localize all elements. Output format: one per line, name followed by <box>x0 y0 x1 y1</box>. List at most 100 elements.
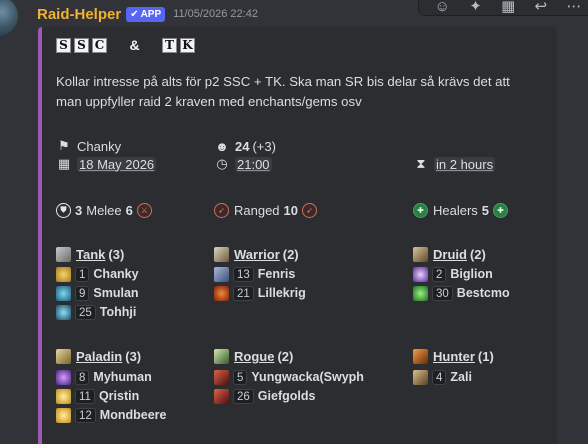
sword-icon: ⚔ <box>136 202 152 218</box>
bow-icon: ➶ <box>214 202 229 218</box>
paladin-class-icon <box>56 349 71 364</box>
signup-number: 5 <box>233 369 248 385</box>
combat-spec-icon <box>214 388 229 404</box>
class-count: (3) <box>108 247 125 262</box>
heal-cross-icon: ✚ <box>493 202 509 218</box>
hourglass-icon: ⧗ <box>416 156 426 171</box>
ranged-label: Ranged <box>234 202 280 218</box>
signup-row: 2 Biglion <box>413 265 493 283</box>
signup-row: 12 Mondbeere <box>56 406 166 424</box>
app-badge-label: APP <box>140 8 162 20</box>
class-header-warrior: Warrior (2) <box>214 247 299 262</box>
paladin-spec-icon <box>56 266 71 282</box>
author-name[interactable]: Raid-Helper <box>37 6 121 23</box>
melee-label: Melee <box>86 202 122 218</box>
signup-number: 12 <box>75 407 96 423</box>
ranged-role: ➶ Ranged 10 ➶ <box>214 201 318 219</box>
druid-bear-spec-icon <box>56 285 71 301</box>
ranged-count: 10 <box>283 202 299 218</box>
verified-check-icon: ✔ <box>130 8 139 20</box>
player-name: Smulan <box>93 286 139 300</box>
player-name: Yungwacka(Swyph <box>251 370 364 384</box>
melee-count-secondary: 6 <box>125 202 133 218</box>
more-icon[interactable]: ⋯ <box>566 0 581 14</box>
class-name: Druid <box>433 247 467 262</box>
restoration-spec-icon <box>413 285 428 301</box>
player-name: Biglion <box>450 267 493 281</box>
signup-row: 30 Bestcmo <box>413 284 510 302</box>
hunter-class-icon <box>413 349 428 364</box>
flag-icon: ⚑ <box>58 138 70 153</box>
leader-field: ⚑ Chanky <box>56 137 121 155</box>
player-name: Chanky <box>93 267 139 281</box>
class-count: (2) <box>469 247 486 262</box>
tank-class-icon <box>56 247 71 262</box>
countdown-field: ⧗ in 2 hours <box>413 155 496 173</box>
player-name: Myhuman <box>93 370 152 384</box>
signup-row: 13 Fenris <box>214 265 295 283</box>
leader-name: Chanky <box>77 138 122 154</box>
class-name: Paladin <box>76 349 123 364</box>
class-name: Rogue <box>234 349 275 364</box>
class-name: Tank <box>76 247 106 262</box>
event-time[interactable]: 21:00 <box>235 156 272 172</box>
healers-role: ✚ Healers 5 ✚ <box>413 201 509 219</box>
rogue-class-icon <box>214 349 229 364</box>
class-name: Hunter <box>433 349 475 364</box>
melee-count: 3 <box>75 202 83 218</box>
date-field: ▦ 18 May 2026 <box>56 155 157 173</box>
signups-count: 24 <box>235 138 250 154</box>
warrior-class-icon <box>214 247 229 262</box>
class-header-tank: Tank (3) <box>56 247 124 262</box>
signup-row: 26 Giefgolds <box>214 387 315 405</box>
signups-icon: ☻ <box>215 138 229 154</box>
clock-icon: ◷ <box>216 156 228 171</box>
signup-number: 4 <box>432 369 447 385</box>
title-letter: C <box>92 37 107 53</box>
title-letter: K <box>180 37 195 53</box>
bot-avatar[interactable] <box>0 0 18 36</box>
signup-number: 26 <box>233 388 254 404</box>
signup-number: 21 <box>233 285 254 301</box>
signup-row: 5 Yungwacka(Swyph <box>214 368 364 386</box>
time-field: ◷ 21:00 <box>214 155 272 173</box>
signup-number: 8 <box>75 369 90 385</box>
message-timestamp[interactable]: 11/05/2026 22:42 <box>173 8 258 20</box>
signup-number: 25 <box>75 304 96 320</box>
player-name: Qristin <box>98 389 140 403</box>
warrior-spec-icon <box>214 266 229 282</box>
signup-number: 1 <box>75 266 90 282</box>
title-letter: S <box>74 37 89 53</box>
healers-count: 5 <box>481 202 490 218</box>
event-countdown[interactable]: in 2 hours <box>434 156 496 172</box>
signup-row: 21 Lillekrig <box>214 284 306 302</box>
event-embed: S S C & T K Kollar intresse på alts för … <box>38 27 557 444</box>
apps-icon[interactable]: ▦ <box>501 0 515 14</box>
player-name: Lillekrig <box>257 286 306 300</box>
add-reaction-icon[interactable]: ☺ <box>435 0 450 14</box>
signup-row: 1 Chanky <box>56 265 139 283</box>
player-name: Fenris <box>257 267 296 281</box>
druid-class-icon <box>413 247 428 262</box>
title-ampersand: & <box>129 37 140 53</box>
shield-icon: ⛊ <box>56 202 71 218</box>
class-count: (2) <box>282 247 299 262</box>
class-header-druid: Druid (2) <box>413 247 486 262</box>
druid-bear-spec-icon <box>56 304 71 320</box>
event-date[interactable]: 18 May 2026 <box>77 156 157 172</box>
player-name: Giefgolds <box>257 389 316 403</box>
player-name: Mondbeere <box>99 408 167 422</box>
super-reaction-icon[interactable]: ✦ <box>469 0 482 14</box>
player-name: Bestcmo <box>456 286 510 300</box>
signup-number: 9 <box>75 285 90 301</box>
reply-icon[interactable]: ↩ <box>535 0 548 14</box>
embed-title: S S C & T K <box>56 37 195 53</box>
signup-row: 11 Qristin <box>56 387 139 405</box>
title-letter: S <box>56 37 71 53</box>
signup-number: 30 <box>432 285 453 301</box>
class-name: Warrior <box>234 247 280 262</box>
message-toolbar: ☺ ✦ ▦ ↩ ⋯ <box>418 0 588 16</box>
signup-number: 2 <box>432 266 447 282</box>
signups-field: ☻ 24 (+3) <box>214 137 276 155</box>
heal-cross-icon: ✚ <box>413 202 428 218</box>
